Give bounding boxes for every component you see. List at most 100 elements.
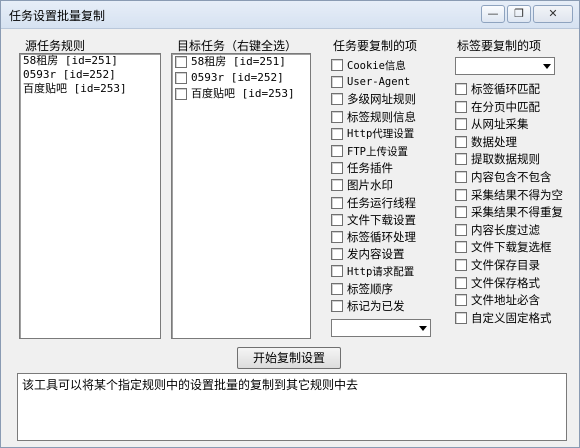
tag-copy-option[interactable]: 数据处理 xyxy=(455,134,517,150)
info-textarea[interactable]: 该工具可以将某个指定规则中的设置批量的复制到其它规则中去 xyxy=(17,373,567,441)
task-copy-checkbox[interactable] xyxy=(331,162,343,175)
task-copy-checkbox[interactable] xyxy=(331,93,343,106)
task-copy-option[interactable]: 图片水印 xyxy=(331,177,393,193)
main-window: 任务设置批量复制 — ❐ ✕ 源任务规则 58租房 [id=251] 0593r … xyxy=(0,0,580,448)
target-item-checkbox[interactable] xyxy=(175,56,187,68)
tag-copy-checkbox[interactable] xyxy=(455,311,467,324)
tag-copy-checkbox[interactable] xyxy=(455,259,467,271)
chevron-down-icon xyxy=(543,64,551,69)
tag-copy-option[interactable]: 自定义固定格式 xyxy=(455,310,552,326)
tag-copy-option[interactable]: 文件保存格式 xyxy=(455,275,540,291)
task-copy-option-label: 任务插件 xyxy=(347,161,393,176)
task-copy-checkbox[interactable] xyxy=(331,213,343,226)
tag-copy-option[interactable]: 提取数据规则 xyxy=(455,151,540,167)
target-list-item[interactable]: 0593r [id=252] xyxy=(172,70,310,86)
task-copy-option[interactable]: Cookie信息 xyxy=(331,57,406,73)
target-task-list[interactable]: 58租房 [id=251] 0593r [id=252] 百度贴吧 [id=253] xyxy=(171,53,311,339)
tag-copy-option-label: 内容包含不包含 xyxy=(471,170,552,184)
task-copy-option[interactable]: 标签循环处理 xyxy=(331,229,416,245)
task-copy-option-label: 标记为已发 xyxy=(347,298,405,313)
restore-button[interactable]: ❐ xyxy=(507,5,531,23)
tag-copy-checkbox[interactable] xyxy=(455,188,467,201)
task-copy-option[interactable]: Http请求配置 xyxy=(331,263,414,279)
task-copy-option[interactable]: 任务插件 xyxy=(331,160,393,176)
tag-copy-checkbox[interactable] xyxy=(455,83,467,95)
task-copy-checkbox[interactable] xyxy=(331,59,343,71)
target-list-item[interactable]: 58租房 [id=251] xyxy=(172,54,310,70)
task-copy-option-label: 标签顺序 xyxy=(347,281,393,296)
task-copy-checkbox[interactable] xyxy=(331,282,343,295)
tag-copy-option[interactable]: 文件保存目录 xyxy=(455,257,540,273)
tag-copy-checkbox[interactable] xyxy=(455,294,467,307)
target-item-label: 58租房 [id=251] xyxy=(191,55,286,68)
tag-copy-option-label: 标签循环匹配 xyxy=(471,82,540,96)
tag-copy-option-label: 自定义固定格式 xyxy=(471,310,552,325)
tag-copy-dropdown[interactable] xyxy=(455,57,555,75)
task-copy-option-label: Cookie信息 xyxy=(347,59,406,72)
tag-copy-option[interactable]: 在分页中匹配 xyxy=(455,99,540,115)
source-label: 源任务规则 xyxy=(23,37,88,54)
task-copy-option[interactable]: 标签顺序 xyxy=(331,281,393,297)
source-task-list[interactable]: 58租房 [id=251] 0593r [id=252] 百度贴吧 [id=253] xyxy=(19,53,161,339)
tag-copy-option[interactable]: 文件地址必含 xyxy=(455,292,540,308)
source-list-item[interactable]: 0593r [id=252] xyxy=(20,68,160,82)
tag-copy-option[interactable]: 从网址采集 xyxy=(455,116,529,132)
tag-copy-option-label: 采集结果不得为空 xyxy=(471,187,563,202)
tag-copy-option[interactable]: 文件下载复选框 xyxy=(455,239,552,255)
chevron-down-icon xyxy=(419,326,427,331)
minimize-button[interactable]: — xyxy=(481,5,505,23)
task-copy-label: 任务要复制的项 xyxy=(331,37,420,54)
tag-copy-checkbox[interactable] xyxy=(455,276,467,289)
tag-copy-checkbox[interactable] xyxy=(455,153,467,166)
task-copy-checkbox[interactable] xyxy=(331,265,343,278)
start-copy-button[interactable]: 开始复制设置 xyxy=(237,347,341,369)
target-item-checkbox[interactable] xyxy=(175,72,187,84)
tag-copy-checkbox[interactable] xyxy=(455,135,467,148)
task-copy-option[interactable]: Http代理设置 xyxy=(331,126,414,142)
tag-copy-checkbox[interactable] xyxy=(455,223,467,236)
tag-copy-checkbox[interactable] xyxy=(455,206,467,219)
task-copy-option[interactable]: 文件下载设置 xyxy=(331,212,416,228)
task-copy-option-label: Http代理设置 xyxy=(347,128,415,141)
target-item-label: 百度贴吧 [id=253] xyxy=(191,87,295,100)
task-copy-checkbox[interactable] xyxy=(331,145,343,157)
task-copy-option[interactable]: FTP上传设置 xyxy=(331,143,408,159)
task-copy-option[interactable]: 标签规则信息 xyxy=(331,109,416,125)
tag-copy-option-label: 提取数据规则 xyxy=(471,152,540,167)
tag-copy-option[interactable]: 采集结果不得重复 xyxy=(455,204,563,220)
task-copy-option-label: 图片水印 xyxy=(347,178,393,193)
task-copy-checkbox[interactable] xyxy=(331,299,343,312)
task-copy-option[interactable]: 任务运行线程 xyxy=(331,195,416,211)
task-copy-checkbox[interactable] xyxy=(331,76,343,89)
task-copy-checkbox[interactable] xyxy=(331,248,343,261)
task-copy-checkbox[interactable] xyxy=(331,231,343,243)
target-label: 目标任务（右键全选） xyxy=(175,37,300,54)
task-copy-checkbox[interactable] xyxy=(331,110,343,123)
task-copy-option-label: 发内容设置 xyxy=(347,247,405,262)
task-copy-option[interactable]: User-Agent xyxy=(331,74,410,90)
tag-copy-checkbox[interactable] xyxy=(455,100,467,113)
task-copy-option[interactable]: 标记为已发 xyxy=(331,298,405,314)
task-copy-dropdown[interactable] xyxy=(331,319,431,337)
tag-copy-option[interactable]: 内容包含不包含 xyxy=(455,169,552,185)
tag-copy-option-label: 文件保存格式 xyxy=(471,275,540,290)
task-copy-option[interactable]: 多级网址规则 xyxy=(331,91,416,107)
target-list-item[interactable]: 百度贴吧 [id=253] xyxy=(172,86,310,102)
close-button[interactable]: ✕ xyxy=(533,5,573,23)
tag-copy-checkbox[interactable] xyxy=(455,241,467,254)
tag-copy-option[interactable]: 采集结果不得为空 xyxy=(455,187,563,203)
task-copy-checkbox[interactable] xyxy=(331,196,343,209)
task-copy-option[interactable]: 发内容设置 xyxy=(331,246,405,262)
task-copy-checkbox[interactable] xyxy=(331,127,343,140)
window-controls: — ❐ ✕ xyxy=(481,5,573,23)
task-copy-option-label: User-Agent xyxy=(347,76,411,89)
source-list-item[interactable]: 58租房 [id=251] xyxy=(20,54,160,68)
tag-copy-checkbox[interactable] xyxy=(455,118,467,131)
window-title: 任务设置批量复制 xyxy=(9,9,106,23)
target-item-checkbox[interactable] xyxy=(175,88,187,100)
task-copy-checkbox[interactable] xyxy=(331,179,343,192)
tag-copy-option[interactable]: 标签循环匹配 xyxy=(455,81,540,97)
source-list-item[interactable]: 百度贴吧 [id=253] xyxy=(20,82,160,96)
tag-copy-option[interactable]: 内容长度过滤 xyxy=(455,222,540,238)
tag-copy-checkbox[interactable] xyxy=(455,171,467,183)
